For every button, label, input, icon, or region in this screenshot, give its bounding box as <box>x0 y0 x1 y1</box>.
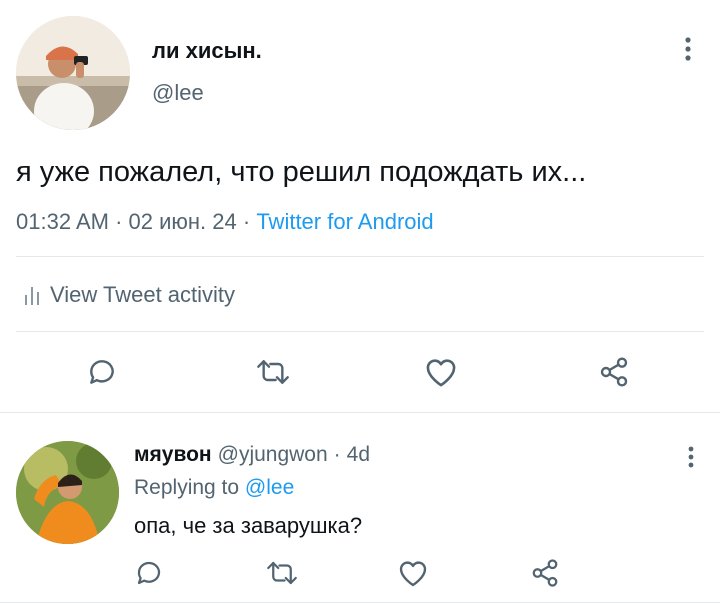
tweet-meta: 01:32 AM · 02 июн. 24 · Twitter for Andr… <box>16 209 434 235</box>
reply-separator: · <box>333 443 341 466</box>
view-tweet-activity-link[interactable]: View Tweet activity <box>24 282 235 308</box>
replying-to-label: Replying to <box>134 476 240 499</box>
reply-author-handle[interactable]: @yjungwon <box>218 443 328 467</box>
author-avatar[interactable] <box>16 16 130 130</box>
reply-author-name[interactable]: мяувон <box>134 443 212 467</box>
activity-label: View Tweet activity <box>50 282 236 307</box>
divider <box>16 331 704 332</box>
reply-header: мяувон @yjungwon · 4d <box>134 443 370 467</box>
meta-separator: · <box>242 209 251 234</box>
retweet-icon[interactable] <box>264 556 300 590</box>
tweet-source-link[interactable]: Twitter for Android <box>256 209 433 234</box>
share-icon[interactable] <box>528 556 562 590</box>
divider <box>0 412 720 413</box>
activity-chart-icon <box>25 287 39 305</box>
reply-icon[interactable] <box>84 354 120 390</box>
retweet-icon[interactable] <box>254 354 292 390</box>
author-avatar-image <box>16 16 130 130</box>
like-icon[interactable] <box>396 556 430 590</box>
tweet-time: 01:32 AM <box>16 209 109 234</box>
author-handle[interactable]: @lee <box>152 80 204 106</box>
replying-to-mention[interactable]: @lee <box>245 476 294 499</box>
like-icon[interactable] <box>422 354 460 390</box>
tweet-date[interactable]: 02 июн. 24 <box>129 209 237 234</box>
reply-icon[interactable] <box>132 556 166 590</box>
reply-text: опа, че за заварушка? <box>134 513 363 538</box>
more-options-icon[interactable] <box>676 34 700 64</box>
divider <box>16 256 704 257</box>
author-name[interactable]: ли хисын. <box>152 38 262 64</box>
reply-avatar-image <box>16 441 119 544</box>
tweet-text: я уже пожалел, что решил подождать их... <box>16 156 587 188</box>
replying-to: Replying to @lee <box>134 476 294 500</box>
divider <box>0 602 720 603</box>
reply-author-avatar[interactable] <box>16 441 119 544</box>
reply-more-options-icon[interactable] <box>680 443 702 471</box>
meta-separator: · <box>115 209 123 234</box>
reply-age[interactable]: 4d <box>347 443 370 467</box>
share-icon[interactable] <box>596 354 632 390</box>
